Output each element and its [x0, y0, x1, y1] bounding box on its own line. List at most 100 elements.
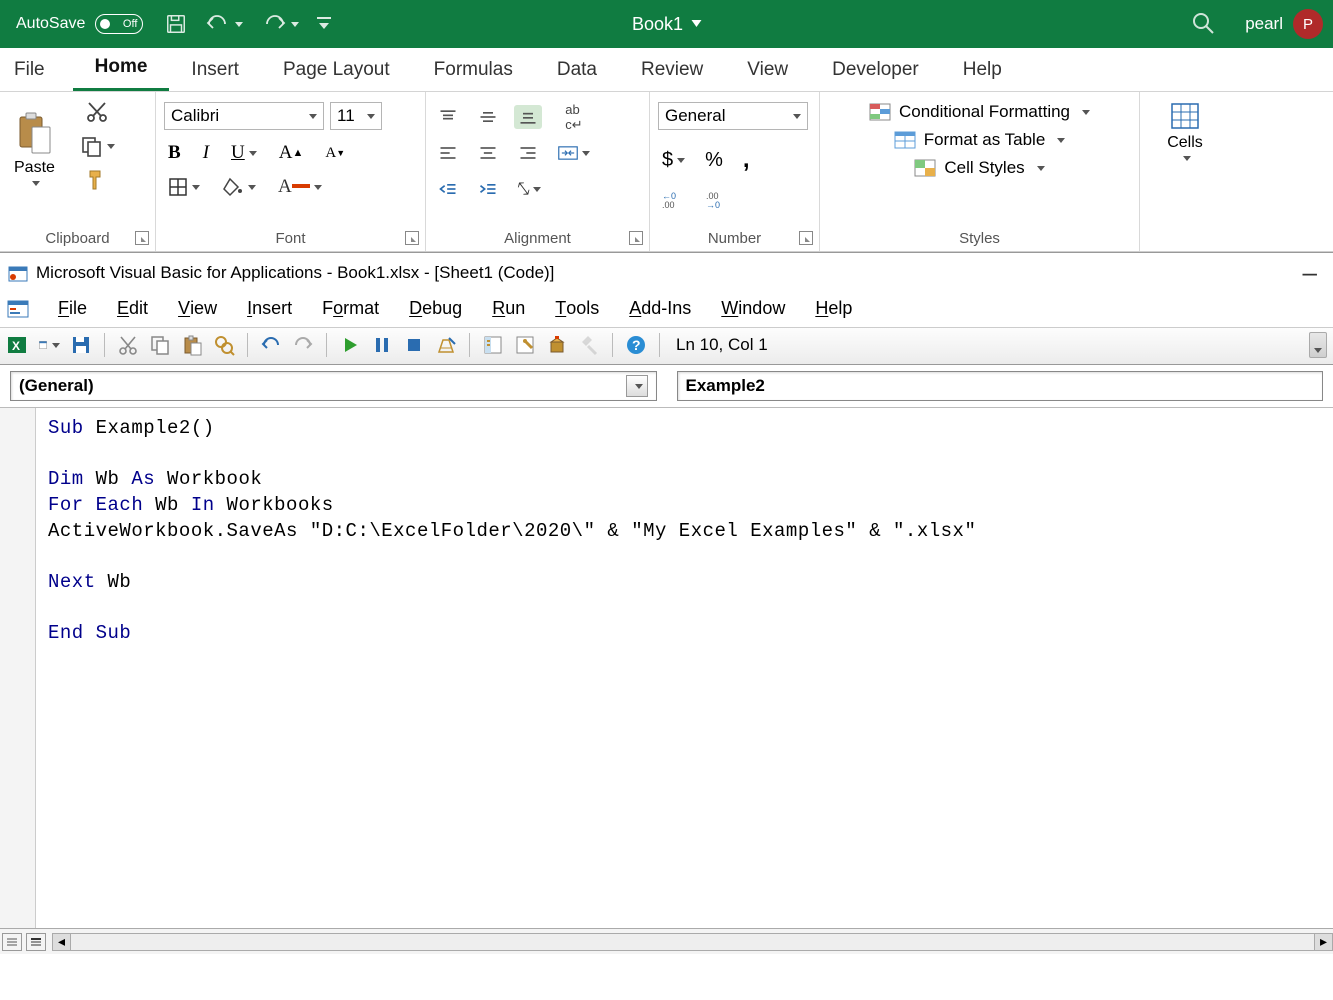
increase-indent-button[interactable]: [474, 177, 502, 201]
qat-customize-icon[interactable]: [317, 15, 331, 33]
vba-menu-edit[interactable]: Edit: [113, 296, 152, 321]
orientation-button[interactable]: ⤡: [514, 177, 542, 201]
vba-menu-run[interactable]: Run: [488, 296, 529, 321]
undo-icon[interactable]: [205, 14, 243, 34]
clipboard-launcher[interactable]: [135, 231, 149, 245]
borders-button[interactable]: [164, 175, 204, 199]
tab-page-layout[interactable]: Page Layout: [261, 51, 412, 91]
italic-button[interactable]: I: [199, 140, 213, 166]
increase-font-button[interactable]: A▲: [275, 140, 308, 166]
autosave-toggle[interactable]: Off: [95, 14, 143, 34]
bold-button[interactable]: B: [164, 140, 185, 166]
cell-styles-button[interactable]: Cell Styles: [828, 154, 1131, 182]
vba-design-mode-icon[interactable]: [435, 334, 457, 356]
vba-procedure-combo[interactable]: Example2: [677, 371, 1324, 401]
cut-button[interactable]: [75, 98, 119, 126]
percent-format-button[interactable]: %: [701, 147, 727, 174]
align-right-button[interactable]: [514, 141, 542, 165]
tab-review[interactable]: Review: [619, 51, 725, 91]
vba-menu-tools[interactable]: Tools: [551, 296, 603, 321]
wrap-text-button[interactable]: abc↵: [554, 100, 594, 135]
vba-menu-file[interactable]: File: [54, 296, 91, 321]
underline-button[interactable]: U: [227, 140, 261, 166]
avatar: P: [1293, 9, 1323, 39]
vba-object-browser-icon[interactable]: [546, 334, 568, 356]
vba-toolbox-icon[interactable]: [578, 334, 600, 356]
vba-minimize-button[interactable]: –: [1295, 257, 1325, 288]
vba-object-combo[interactable]: (General): [10, 371, 657, 401]
vba-menu-help[interactable]: Help: [811, 296, 856, 321]
fill-color-button[interactable]: [218, 175, 260, 199]
font-launcher[interactable]: [405, 231, 419, 245]
search-icon[interactable]: [1191, 11, 1215, 38]
align-bottom-button[interactable]: [514, 105, 542, 129]
conditional-formatting-button[interactable]: Conditional Formatting: [828, 98, 1131, 126]
document-name[interactable]: Book1: [632, 14, 701, 35]
save-icon[interactable]: [165, 13, 187, 35]
decrease-font-button[interactable]: A▼: [321, 143, 349, 164]
merge-center-button[interactable]: [554, 142, 594, 164]
number-format-combo[interactable]: General: [658, 102, 808, 130]
vba-view-excel-icon[interactable]: X: [6, 334, 28, 356]
vba-procedure-view-icon[interactable]: [2, 933, 22, 951]
vba-code-pane[interactable]: Sub Example2() Dim Wb As Workbook For Ea…: [0, 407, 1333, 928]
decrease-indent-button[interactable]: [434, 177, 462, 201]
user-account[interactable]: pearl P: [1245, 9, 1323, 39]
vba-horizontal-scrollbar[interactable]: ◂ ▸: [52, 933, 1333, 951]
tab-insert[interactable]: Insert: [169, 51, 261, 91]
decrease-decimal-button[interactable]: .00→0: [702, 188, 734, 210]
vba-menu-format[interactable]: Format: [318, 296, 383, 321]
vba-menu-addins[interactable]: Add-Ins: [625, 296, 695, 321]
vba-menu-debug[interactable]: Debug: [405, 296, 466, 321]
vba-cut-icon[interactable]: [117, 334, 139, 356]
align-top-button[interactable]: [434, 105, 462, 129]
tab-home[interactable]: Home: [73, 48, 170, 91]
vba-toolbar-options[interactable]: [1309, 332, 1327, 358]
font-color-button[interactable]: A: [274, 174, 326, 200]
vba-reset-icon[interactable]: [403, 334, 425, 356]
increase-decimal-button[interactable]: ←0.00: [658, 188, 690, 210]
vba-full-module-view-icon[interactable]: [26, 933, 46, 951]
vba-copy-icon[interactable]: [149, 334, 171, 356]
vba-paste-icon[interactable]: [181, 334, 203, 356]
vba-undo-icon[interactable]: [260, 334, 282, 356]
tab-help[interactable]: Help: [941, 51, 1024, 91]
redo-icon[interactable]: [261, 14, 299, 34]
font-size-combo[interactable]: 11: [330, 102, 382, 130]
vba-menu-icon[interactable]: [6, 298, 30, 320]
tab-view[interactable]: View: [725, 51, 810, 91]
copy-button[interactable]: [75, 132, 119, 160]
format-as-table-button[interactable]: Format as Table: [828, 126, 1131, 154]
font-name-combo[interactable]: Calibri: [164, 102, 324, 130]
vba-menu-window[interactable]: Window: [717, 296, 789, 321]
vba-code-text[interactable]: Sub Example2() Dim Wb As Workbook For Ea…: [36, 408, 1333, 928]
align-middle-button[interactable]: [474, 105, 502, 129]
font-name-value: Calibri: [171, 106, 219, 126]
vba-insert-module-icon[interactable]: [38, 334, 60, 356]
align-left-button[interactable]: [434, 141, 462, 165]
vba-menu-insert[interactable]: Insert: [243, 296, 296, 321]
vba-run-icon[interactable]: [339, 334, 361, 356]
tab-data[interactable]: Data: [535, 51, 619, 91]
tab-formulas[interactable]: Formulas: [412, 51, 535, 91]
vba-properties-icon[interactable]: [514, 334, 536, 356]
tab-file[interactable]: File: [4, 51, 73, 91]
vba-save-icon[interactable]: [70, 334, 92, 356]
comma-format-button[interactable]: ,: [739, 144, 754, 176]
cells-button[interactable]: Cells: [1148, 98, 1222, 161]
vba-project-explorer-icon[interactable]: [482, 334, 504, 356]
alignment-launcher[interactable]: [629, 231, 643, 245]
scroll-left-icon[interactable]: ◂: [53, 934, 71, 950]
vba-redo-icon[interactable]: [292, 334, 314, 356]
paste-button[interactable]: Paste: [8, 107, 61, 186]
format-painter-button[interactable]: [75, 166, 119, 194]
vba-help-icon[interactable]: ?: [625, 334, 647, 356]
scroll-right-icon[interactable]: ▸: [1314, 934, 1332, 950]
vba-break-icon[interactable]: [371, 334, 393, 356]
vba-find-icon[interactable]: [213, 334, 235, 356]
number-launcher[interactable]: [799, 231, 813, 245]
vba-menu-view[interactable]: View: [174, 296, 221, 321]
tab-developer[interactable]: Developer: [810, 51, 941, 91]
accounting-format-button[interactable]: $: [658, 147, 689, 174]
align-center-button[interactable]: [474, 141, 502, 165]
